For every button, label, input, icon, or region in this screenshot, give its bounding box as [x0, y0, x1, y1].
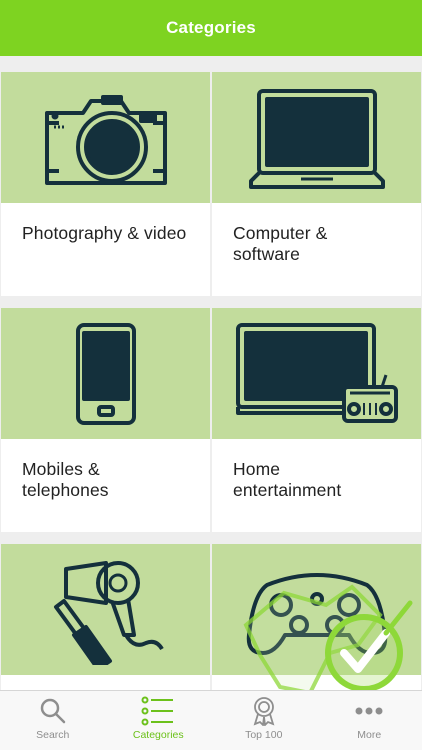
- tab-label: Search: [36, 729, 70, 741]
- category-label: Photography & video: [22, 223, 187, 243]
- verified-check-badge: [243, 584, 413, 696]
- tab-label: More: [357, 729, 382, 741]
- category-card-mobiles[interactable]: Mobiles & telephones: [1, 308, 210, 532]
- award-icon: [253, 697, 275, 726]
- category-card-beauty[interactable]: [1, 544, 210, 690]
- tab-top-100[interactable]: Top 100: [211, 691, 317, 750]
- tab-bar: Search Categories Top 100 More: [0, 690, 422, 750]
- card-image: [212, 308, 421, 439]
- category-label: [1, 675, 210, 690]
- smartphone-icon: [75, 322, 136, 425]
- page-title: Categories: [166, 18, 256, 37]
- hairdryer-lipstick-icon: [53, 560, 164, 665]
- category-label: Mobiles & telephones: [22, 459, 109, 500]
- laptop-icon: [248, 88, 385, 189]
- nav-header: Categories: [0, 0, 422, 56]
- list-icon: [141, 696, 174, 726]
- category-card-photography[interactable]: Photography & video: [1, 72, 210, 296]
- tab-more[interactable]: More: [317, 691, 422, 750]
- tv-radio-icon: [235, 322, 398, 423]
- more-dots-icon: [355, 707, 383, 715]
- card-image: [1, 72, 210, 203]
- category-label: Computer & software: [233, 223, 328, 264]
- card-image: [1, 308, 210, 439]
- category-card-home-entertainment[interactable]: Home entertainment: [212, 308, 421, 532]
- category-label: Home entertainment: [233, 459, 342, 500]
- category-card-computer[interactable]: Computer & software: [212, 72, 421, 296]
- card-image: [212, 72, 421, 203]
- search-icon: [40, 698, 65, 724]
- camera-icon: [44, 94, 167, 185]
- tab-categories[interactable]: Categories: [106, 691, 212, 750]
- card-image: [1, 544, 210, 675]
- tab-label: Top 100: [245, 729, 283, 741]
- tab-label: Categories: [132, 729, 184, 741]
- tab-search[interactable]: Search: [0, 691, 106, 750]
